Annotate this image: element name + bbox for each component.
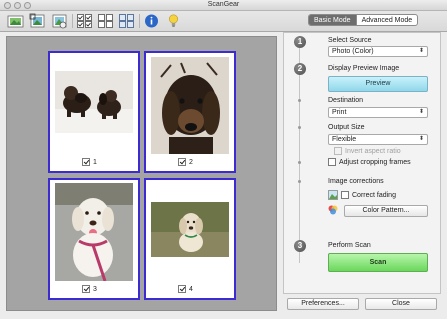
step-3-badge: 3	[294, 240, 306, 252]
step-dot	[298, 99, 301, 102]
mode-tabs: Basic Mode Advanced Mode	[308, 14, 419, 26]
deselect-frames-icon[interactable]	[97, 13, 114, 29]
image-corrections-label: Image corrections	[328, 178, 384, 185]
step-2-badge: 2	[294, 63, 306, 75]
invert-aspect-ratio-option[interactable]: Invert aspect ratio	[334, 147, 401, 155]
perform-scan-label: Perform Scan	[328, 242, 371, 249]
thumbnail-number: 1	[93, 158, 97, 166]
checkbox-4[interactable]	[178, 285, 186, 293]
scan-to-image-icon[interactable]	[7, 13, 24, 29]
thumbnail-frame-3[interactable]: 3	[48, 178, 140, 300]
thumbnail-check-1[interactable]: 1	[82, 158, 97, 166]
thumbnail-frame-4[interactable]: 4	[144, 178, 236, 300]
dropdown-arrow-icon: ⬍	[418, 136, 424, 142]
close-button[interactable]: Close	[365, 298, 437, 310]
thumbnail-frame-2[interactable]: 2	[144, 51, 236, 173]
color-pattern-button[interactable]: Color Pattern...	[344, 205, 428, 217]
checkbox-3[interactable]	[82, 285, 90, 293]
settings-panel: Basic Mode Advanced Mode 1 Select Source…	[283, 14, 441, 294]
toolbar-separator	[72, 14, 73, 28]
thumbnail-number: 3	[93, 285, 97, 293]
step-1-badge: 1	[294, 36, 306, 48]
dogs-on-floor-photo	[55, 71, 133, 133]
window-title: ScanGear	[207, 1, 240, 8]
info-icon[interactable]	[143, 13, 160, 29]
step-dot	[298, 161, 301, 164]
fading-correction-icon	[328, 190, 338, 200]
step-dot	[298, 180, 301, 183]
output-size-value: Flexible	[332, 136, 357, 143]
select-source-dropdown[interactable]: Photo (Color) ⬍	[328, 46, 428, 57]
dropdown-arrow-icon: ⬍	[418, 109, 424, 115]
preferences-button[interactable]: Preferences...	[287, 298, 359, 310]
invert-aspect-ratio-checkbox[interactable]	[334, 147, 342, 155]
dachshund-portrait-photo	[151, 57, 229, 154]
destination-value: Print	[332, 109, 347, 116]
title-bar: ScanGear	[0, 0, 447, 11]
select-all-frames-icon[interactable]	[76, 13, 93, 29]
dropdown-arrow-icon: ⬍	[418, 48, 424, 54]
checkbox-1[interactable]	[82, 158, 90, 166]
step-dot	[298, 126, 301, 129]
crop-image-icon[interactable]	[29, 13, 46, 29]
labrador-standing-photo	[55, 183, 133, 281]
step-connector	[299, 48, 300, 263]
thumbnail-view-icon[interactable]	[118, 13, 135, 29]
tab-basic-mode[interactable]: Basic Mode	[309, 15, 356, 25]
labrador-outdoor-photo	[151, 202, 229, 257]
thumbnail-check-2[interactable]: 2	[178, 158, 193, 166]
adjust-cropping-frames-checkbox[interactable]	[328, 158, 336, 166]
select-source-label: Select Source	[328, 37, 372, 44]
output-size-label: Output Size	[328, 124, 365, 131]
preview-button[interactable]: Preview	[328, 76, 428, 92]
color-pattern-icon	[328, 205, 338, 215]
thumbnail-frame-1[interactable]: 1	[48, 51, 140, 173]
select-source-value: Photo (Color)	[332, 48, 374, 55]
adjust-cropping-frames-option[interactable]: Adjust cropping frames	[328, 158, 411, 166]
thumbnail-number: 2	[189, 158, 193, 166]
auto-crop-icon[interactable]	[51, 13, 68, 29]
destination-dropdown[interactable]: Print ⬍	[328, 107, 428, 118]
destination-label: Destination	[328, 97, 364, 104]
correct-fading-option[interactable]: Correct fading	[341, 191, 396, 199]
panel-body: 1 Select Source Photo (Color) ⬍ 2 Displa…	[283, 32, 441, 294]
toolbar-separator	[139, 14, 140, 28]
correct-fading-checkbox[interactable]	[341, 191, 349, 199]
thumbnail-number: 4	[189, 285, 193, 293]
invert-aspect-ratio-label: Invert aspect ratio	[345, 147, 401, 155]
checkbox-2[interactable]	[178, 158, 186, 166]
preview-area: 1 2 3 4	[6, 36, 277, 311]
adjust-cropping-frames-label: Adjust cropping frames	[339, 158, 411, 166]
scan-button[interactable]: Scan	[328, 253, 428, 272]
correct-fading-label: Correct fading	[352, 191, 396, 199]
tab-advanced-mode[interactable]: Advanced Mode	[355, 15, 418, 25]
thumbnail-check-3[interactable]: 3	[82, 285, 97, 293]
thumbnail-check-4[interactable]: 4	[178, 285, 193, 293]
help-bulb-icon[interactable]	[165, 13, 182, 29]
output-size-dropdown[interactable]: Flexible ⬍	[328, 134, 428, 145]
display-preview-label: Display Preview Image	[328, 65, 400, 72]
